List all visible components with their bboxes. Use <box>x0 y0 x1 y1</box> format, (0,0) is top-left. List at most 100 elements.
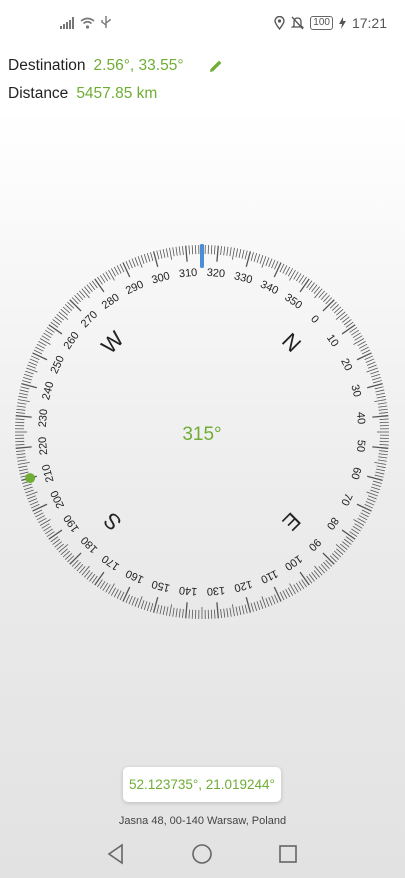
degree-label: 310 <box>178 267 197 281</box>
cardinal-e: E <box>278 508 306 536</box>
degree-label: 240 <box>40 380 56 401</box>
compass-tick <box>20 386 30 390</box>
charging-icon <box>338 17 346 29</box>
destination-value: 2.56°, 33.55° <box>93 57 184 74</box>
compass-tick <box>178 608 181 618</box>
compass-tick <box>378 412 389 414</box>
compass-tick <box>360 512 369 518</box>
compass-tick <box>376 465 386 469</box>
compass-tick <box>26 367 38 373</box>
compass-tick <box>182 245 184 256</box>
compass-tick <box>15 444 25 446</box>
degree-label: 210 <box>40 463 56 484</box>
compass-tick <box>241 605 245 615</box>
compass-tick <box>253 253 258 262</box>
compass-tick <box>32 503 48 512</box>
compass-tick <box>31 504 40 509</box>
compass-tick <box>29 501 39 506</box>
home-button[interactable] <box>190 842 214 866</box>
compass-tick <box>22 380 32 384</box>
usb-icon <box>101 16 111 28</box>
compass-tick <box>15 446 32 449</box>
distance-value: 5457.85 km <box>76 85 158 102</box>
degree-label: 200 <box>48 488 67 510</box>
cardinal-w: W <box>96 326 129 359</box>
compass-tick <box>261 596 267 608</box>
compass-tick <box>372 483 381 488</box>
compass-tick <box>289 269 296 281</box>
compass-tick <box>27 495 36 500</box>
degree-label: 280 <box>100 291 122 311</box>
compass-tick <box>378 453 388 456</box>
compass-tick <box>188 609 190 619</box>
compass-tick <box>367 475 383 482</box>
compass-tick <box>271 259 276 269</box>
compass-tick <box>341 324 356 335</box>
compass-tick <box>265 598 270 607</box>
compass-tick <box>33 509 43 515</box>
degree-label: 30 <box>348 383 363 398</box>
status-time: 17:21 <box>351 15 387 31</box>
compass-tick <box>357 517 366 524</box>
degree-label: 170 <box>100 552 122 572</box>
degree-label: 270 <box>79 309 100 330</box>
status-right: 100 17:21 <box>274 15 387 31</box>
compass-tick <box>21 382 37 389</box>
compass-tick <box>175 608 178 618</box>
compass-tick <box>375 389 385 393</box>
compass-tick <box>108 269 115 281</box>
compass-tick <box>372 415 389 418</box>
compass-tick <box>365 358 375 363</box>
compass-tick <box>15 418 25 420</box>
destination-row: Destination 2.56°, 33.55° <box>8 57 224 75</box>
compass-tick <box>28 498 38 503</box>
degree-label: 290 <box>124 278 146 297</box>
compass-tick <box>19 468 28 472</box>
distance-row: Distance 5457.85 km <box>8 85 157 103</box>
current-coordinates[interactable]: 52.123735°, 21.019244° <box>123 767 281 802</box>
compass-tick <box>220 245 222 256</box>
degree-label: 320 <box>206 267 225 281</box>
compass-tick <box>374 386 384 390</box>
degree-label: 140 <box>178 584 197 598</box>
compass-tick <box>134 257 139 266</box>
degree-label: 190 <box>61 512 81 534</box>
compass-tick <box>356 352 372 361</box>
compass-tick <box>231 604 235 617</box>
compass-tick <box>253 602 258 611</box>
compass-tick <box>137 256 143 268</box>
compass-tick <box>289 583 296 595</box>
compass-tick <box>17 459 27 462</box>
compass-tick <box>15 415 32 418</box>
edit-destination-icon[interactable] <box>208 58 224 74</box>
compass-tick <box>379 418 389 420</box>
recents-button[interactable] <box>276 842 300 866</box>
compass-tick <box>188 245 190 255</box>
degree-label: 220 <box>37 436 51 455</box>
compass-tick <box>274 261 279 270</box>
compass-tick <box>113 266 119 276</box>
compass-tick <box>146 253 151 262</box>
compass-tick <box>358 515 368 521</box>
degree-label: 90 <box>306 536 323 553</box>
degree-label: 130 <box>206 584 225 598</box>
battery-icon: 100 <box>310 16 333 30</box>
compass-tick <box>122 586 131 602</box>
compass-tick <box>268 258 273 268</box>
compass-tick <box>353 519 365 526</box>
compass-tick <box>94 278 105 293</box>
compass-tick <box>17 461 30 465</box>
compass-tick <box>108 583 115 595</box>
compass-tick <box>159 605 163 615</box>
compass-tick <box>16 453 26 456</box>
compass-tick <box>116 590 122 599</box>
compass-tick <box>378 456 388 459</box>
compass-tick <box>314 288 323 299</box>
compass-tick <box>214 609 216 619</box>
degree-label: 60 <box>348 466 363 481</box>
degree-label: 110 <box>259 567 280 585</box>
compass-tick <box>38 340 47 347</box>
wifi-icon <box>80 17 95 29</box>
back-button[interactable] <box>104 842 128 866</box>
compass-tick <box>39 338 51 345</box>
